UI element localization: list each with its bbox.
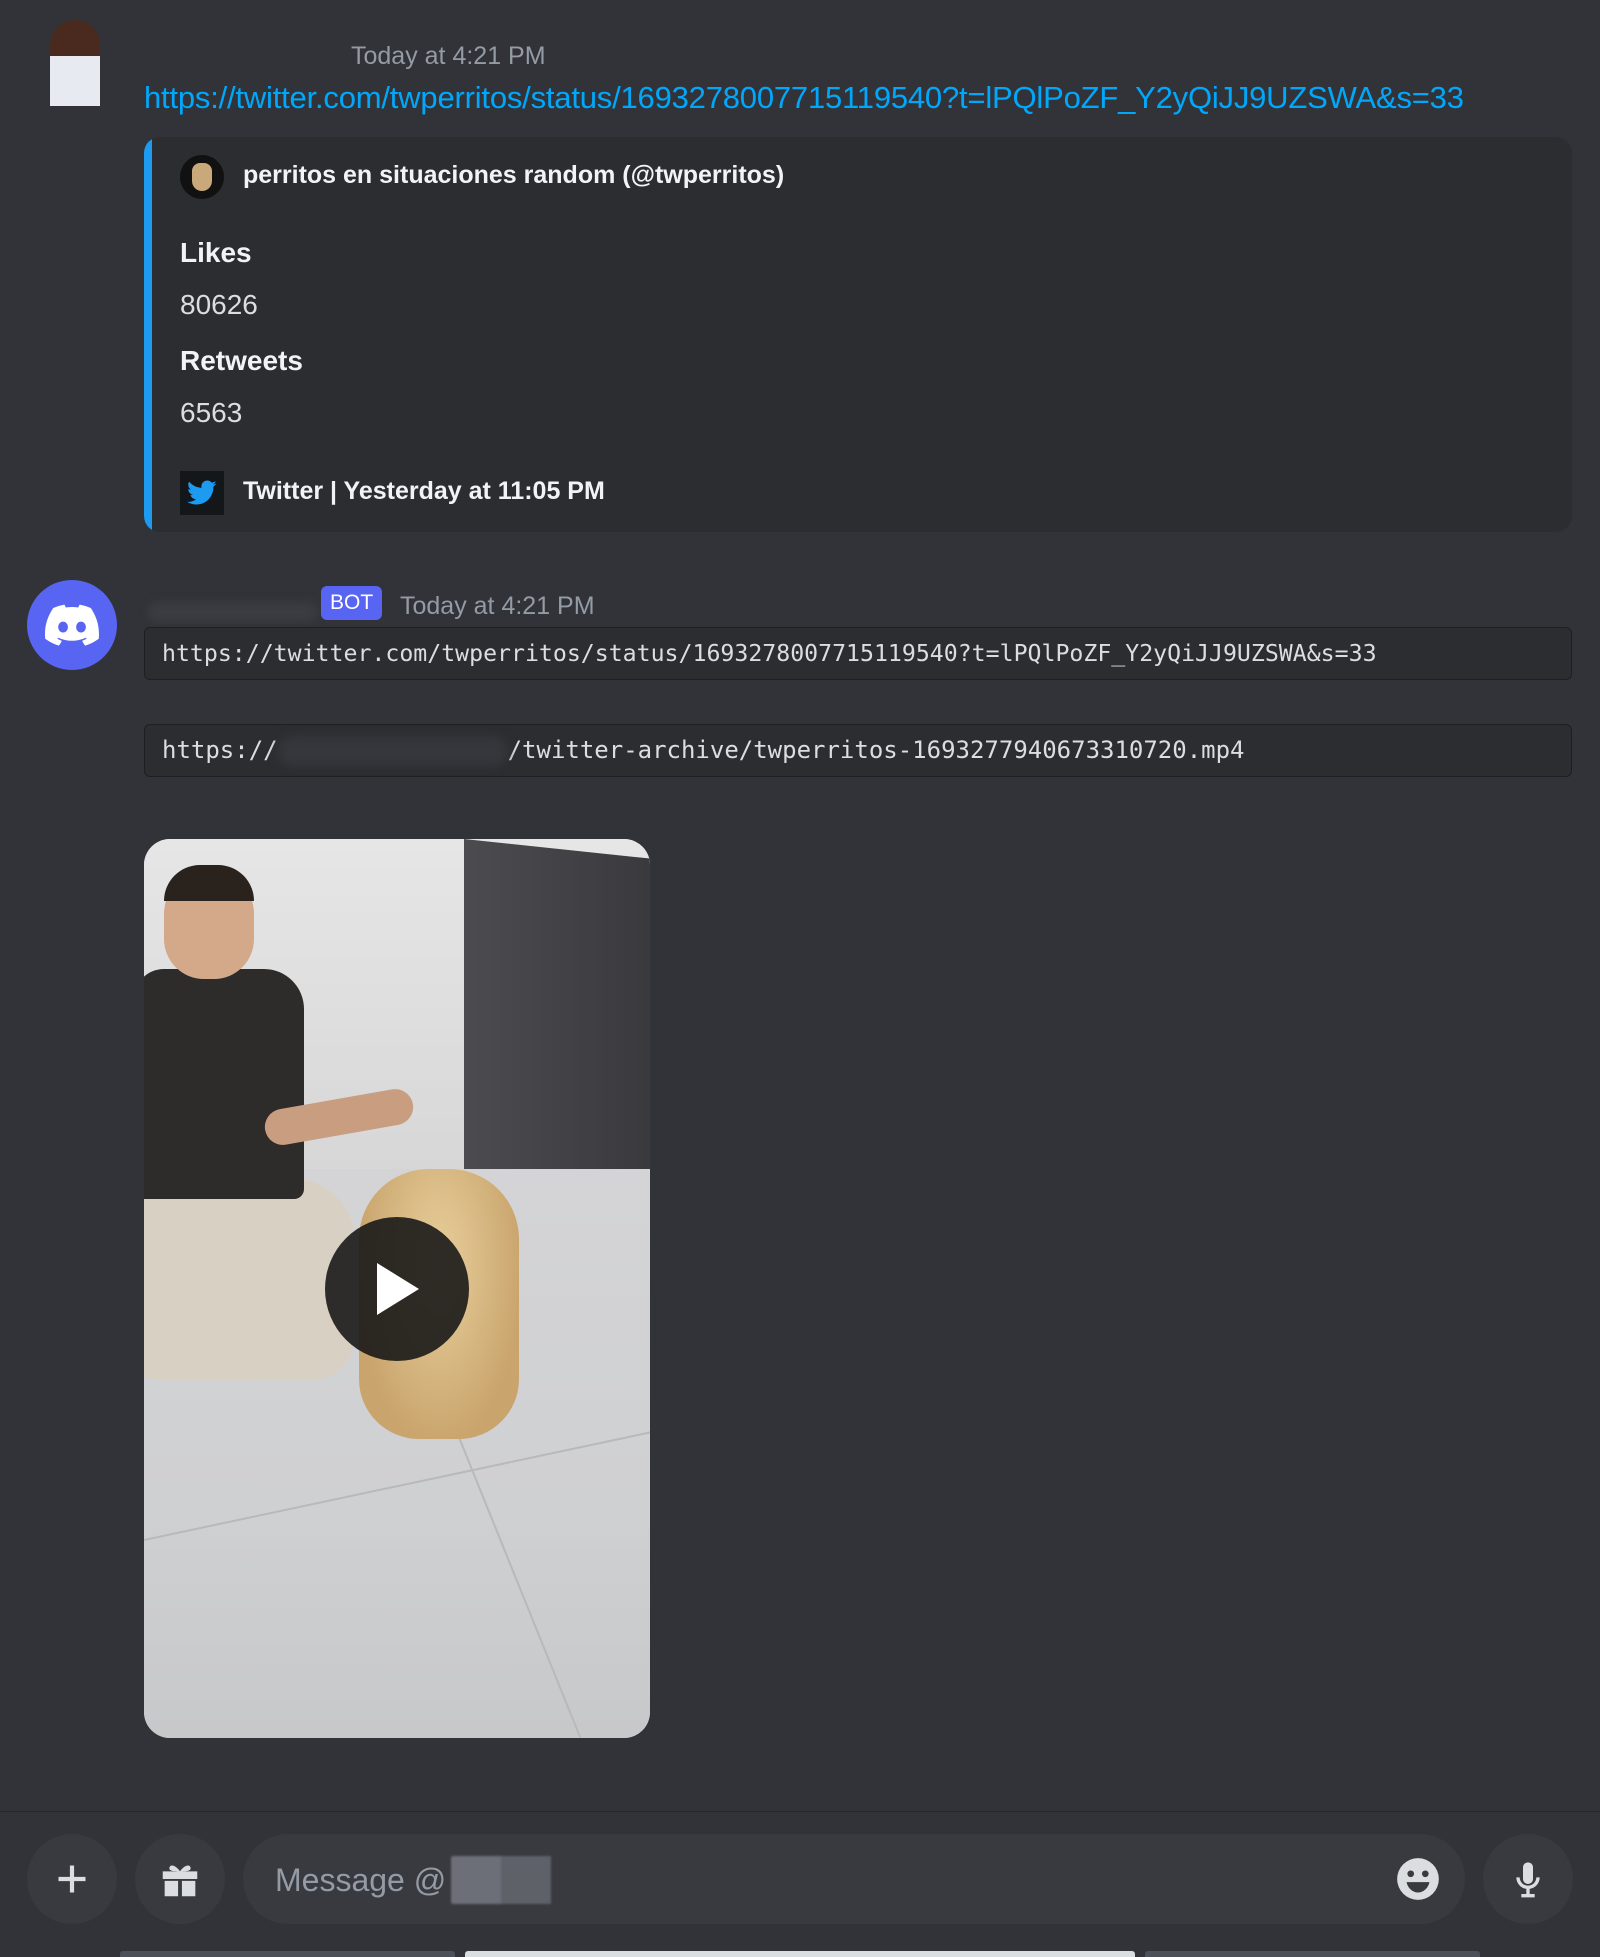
tweet-embed: perritos en situaciones random (@twperri… (144, 137, 1572, 532)
discord-logo-icon (45, 604, 99, 646)
message-input[interactable] (273, 1834, 457, 1926)
play-button[interactable] (325, 1217, 469, 1361)
message-composer[interactable] (243, 1834, 1465, 1926)
code-block-tweet-url[interactable]: https://twitter.com/twperritos/status/16… (144, 627, 1572, 680)
redacted-recipient-name (451, 1856, 551, 1904)
message-timestamp: Today at 4:21 PM (351, 42, 546, 70)
embed-author-name[interactable]: perritos en situaciones random (@twperri… (243, 161, 784, 190)
embed-field-likes-value: 80626 (180, 289, 258, 320)
redacted-domain (277, 736, 508, 766)
embed-accent-bar (144, 137, 152, 532)
tweet-link[interactable]: https://twitter.com/twperritos/status/16… (144, 80, 1464, 116)
embed-field-likes-label: Likes (180, 237, 252, 268)
code-suffix: /twitter-archive/twperritos-169327794067… (507, 736, 1245, 764)
voice-message-button[interactable] (1483, 1834, 1573, 1924)
microphone-icon (1516, 1862, 1540, 1898)
embed-author-avatar[interactable] (180, 155, 224, 199)
play-icon (377, 1263, 419, 1315)
code-block-archive-url[interactable]: https:// /twitter-archive/twperritos-1693… (144, 724, 1572, 777)
attach-button[interactable] (27, 1834, 117, 1924)
embed-field-retweets-label: Retweets (180, 345, 303, 376)
bottom-tab-indicators (0, 1951, 1600, 1957)
plus-icon (58, 1865, 86, 1893)
gift-button[interactable] (135, 1834, 225, 1924)
code-prefix: https:// (162, 736, 278, 764)
embed-footer: Twitter | Yesterday at 11:05 PM (243, 477, 605, 505)
user-avatar[interactable] (50, 20, 100, 106)
bot-badge: BOT (321, 586, 383, 620)
gift-icon (162, 1865, 198, 1897)
emoji-icon (1397, 1858, 1439, 1900)
video-attachment[interactable] (144, 839, 650, 1738)
embed-field-retweets-value: 6563 (180, 397, 243, 428)
emoji-button[interactable] (1393, 1854, 1443, 1904)
message-timestamp: Today at 4:21 PM (400, 592, 595, 620)
bot-avatar[interactable] (27, 580, 117, 670)
divider (0, 1811, 1600, 1812)
twitter-bird-icon (180, 471, 224, 515)
bot-username-redacted (148, 602, 318, 622)
